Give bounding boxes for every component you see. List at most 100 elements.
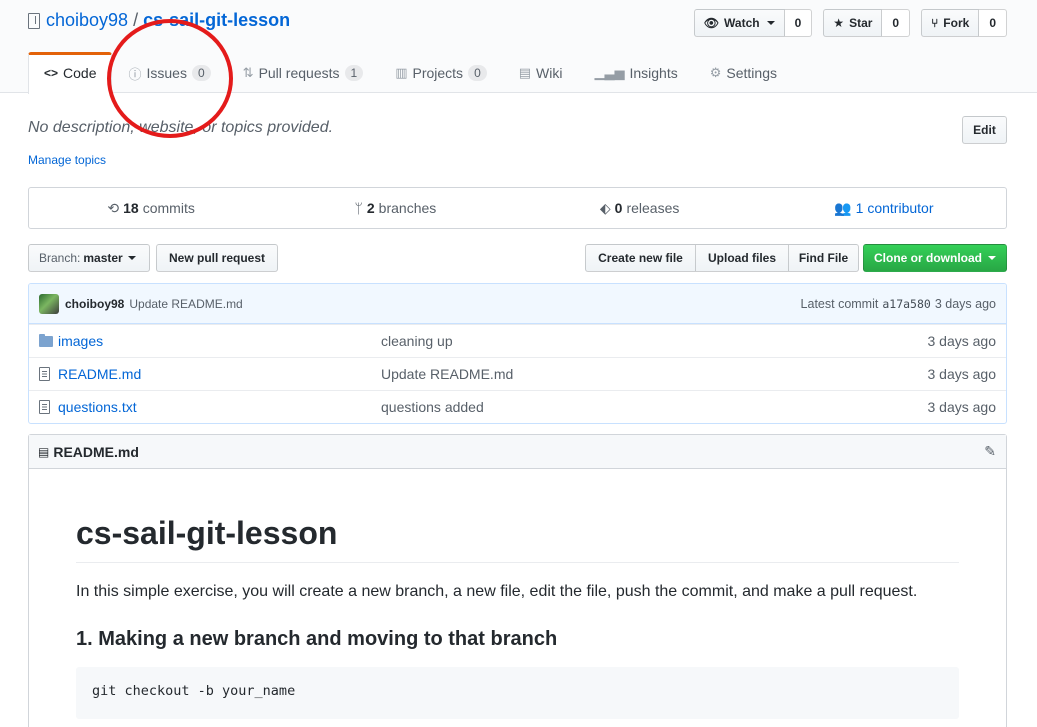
table-row: questions.txt questions added 3 days ago — [29, 390, 1006, 423]
branch-prefix: Branch: — [39, 251, 81, 265]
tab-pulls-label: Pull requests — [258, 65, 340, 81]
file-actions-group: Create new file Upload files Find File — [585, 244, 859, 272]
clone-label: Clone or download — [874, 251, 982, 265]
people-icon: 👥 — [834, 199, 852, 216]
chevron-down-icon — [766, 21, 775, 25]
repo-actions: 👁 Watch 0 ★ Star 0 ⑂ Fork 0 — [693, 9, 1007, 37]
issue-icon: ⓘ — [128, 66, 142, 82]
file-name-link[interactable]: questions.txt — [58, 399, 137, 415]
book-icon: ▤ — [38, 444, 50, 459]
commits-link[interactable]: ⟲ 18 commits — [29, 188, 273, 228]
tab-settings-label: Settings — [726, 65, 777, 81]
branch-select-button[interactable]: Branch: master — [28, 244, 150, 272]
create-new-file-button[interactable]: Create new file — [585, 244, 696, 272]
eye-icon: 👁 — [703, 16, 720, 30]
star-button[interactable]: ★ Star — [823, 9, 883, 37]
tab-issues[interactable]: ⓘ Issues 0 — [112, 52, 226, 93]
book-icon: ▤ — [518, 65, 532, 80]
readme-header: ▤ README.md ✎ — [29, 435, 1006, 469]
branches-label: branches — [378, 200, 437, 216]
releases-link[interactable]: ⬖ 0 releases — [518, 188, 762, 228]
avatar[interactable] — [39, 293, 59, 314]
star-label: Star — [849, 16, 873, 30]
commit-sha-link[interactable]: a17a580 — [882, 297, 930, 311]
upload-files-button[interactable]: Upload files — [695, 244, 789, 272]
fork-group: ⑂ Fork 0 — [921, 9, 1007, 37]
watch-button[interactable]: 👁 Watch — [693, 9, 785, 37]
repo-nav: <> Code ⓘ Issues 0 ⇅ Pull requests 1 ▥ P… — [28, 52, 793, 94]
edit-description-button[interactable]: Edit — [962, 116, 1007, 144]
file-commit-message[interactable]: Update README.md — [381, 366, 513, 382]
graph-icon: ▁▃▅ — [594, 65, 625, 80]
file-name-link[interactable]: README.md — [58, 366, 141, 382]
file-table: choiboy98 Update README.md Latest commit… — [28, 283, 1007, 424]
pencil-icon[interactable]: ✎ — [984, 443, 996, 460]
chevron-down-icon — [988, 256, 996, 260]
file-name-link[interactable]: images — [58, 333, 103, 349]
issues-counter: 0 — [191, 65, 211, 81]
readme-panel: ▤ README.md ✎ cs-sail-git-lesson In this… — [28, 434, 1007, 727]
table-row: README.md Update README.md 3 days ago — [29, 357, 1006, 390]
fork-icon: ⑂ — [931, 16, 939, 30]
file-commit-message[interactable]: questions added — [381, 399, 484, 415]
title-separator: / — [133, 10, 139, 30]
code-block: git checkout -b your_name — [76, 667, 959, 719]
fork-count[interactable]: 0 — [979, 9, 1007, 37]
commit-author-link[interactable]: choiboy98 — [65, 297, 124, 311]
tab-projects-label: Projects — [412, 65, 464, 81]
watch-label: Watch — [724, 16, 760, 30]
file-icon — [39, 367, 50, 381]
file-commit-message[interactable]: cleaning up — [381, 333, 453, 349]
branches-link[interactable]: ᛘ 2 branches — [273, 188, 517, 228]
repo-header: choiboy98 / cs-sail-git-lesson 👁 Watch 0… — [0, 0, 1037, 94]
file-age: 3 days ago — [927, 366, 997, 382]
folder-icon — [39, 333, 53, 347]
table-row: images cleaning up 3 days ago — [29, 324, 1006, 357]
project-icon: ▥ — [395, 65, 408, 80]
branches-count: 2 — [366, 200, 375, 216]
readme-content: cs-sail-git-lesson In this simple exerci… — [76, 513, 959, 719]
tab-pull-requests[interactable]: ⇅ Pull requests 1 — [227, 52, 380, 93]
readme-subheading: 1. Making a new branch and moving to tha… — [76, 628, 558, 650]
gear-icon: ⚙ — [709, 65, 722, 80]
history-icon: ⟲ — [107, 199, 120, 216]
tab-code-label: Code — [63, 65, 97, 81]
readme-intro: In this simple exercise, you will create… — [76, 583, 918, 600]
file-age: 3 days ago — [927, 399, 997, 415]
latest-commit-label: Latest commit — [800, 297, 879, 311]
fork-label: Fork — [943, 16, 970, 30]
tab-settings[interactable]: ⚙ Settings — [694, 52, 793, 93]
star-group: ★ Star 0 — [823, 9, 911, 37]
tab-wiki-label: Wiki — [536, 65, 563, 81]
tab-wiki[interactable]: ▤ Wiki — [503, 52, 579, 93]
readme-filename: README.md — [53, 443, 139, 460]
clone-download-button[interactable]: Clone or download — [863, 244, 1007, 272]
projects-counter: 0 — [468, 65, 487, 81]
tab-projects[interactable]: ▥ Projects 0 — [379, 52, 503, 93]
tab-insights-label: Insights — [629, 65, 678, 81]
manage-topics-link[interactable]: Manage topics — [28, 153, 106, 167]
repo-name-link[interactable]: cs-sail-git-lesson — [143, 10, 290, 31]
repo-owner-link[interactable]: choiboy98 — [46, 10, 128, 31]
latest-commit-info: Latest commit a17a580 3 days ago — [801, 284, 996, 324]
file-navigation: Branch: master New pull request Create n… — [28, 244, 1007, 272]
watch-count[interactable]: 0 — [784, 9, 813, 37]
commit-message-link[interactable]: Update README.md — [129, 297, 242, 311]
new-pull-request-button[interactable]: New pull request — [156, 244, 278, 272]
latest-commit-bar: choiboy98 Update README.md Latest commit… — [29, 284, 1006, 324]
repo-icon — [28, 12, 40, 29]
find-file-button[interactable]: Find File — [788, 244, 859, 272]
repo-description: No description, website, or topics provi… — [28, 119, 334, 136]
tab-code[interactable]: <> Code — [28, 52, 113, 94]
chevron-down-icon — [127, 256, 136, 260]
commits-count: 18 — [123, 200, 139, 216]
file-icon — [39, 400, 50, 414]
tab-insights[interactable]: ▁▃▅ Insights — [578, 52, 693, 93]
releases-count: 0 — [614, 200, 623, 216]
contributors-label: 1 contributor — [855, 200, 934, 216]
repo-title: choiboy98 / cs-sail-git-lesson — [28, 10, 290, 31]
fork-button[interactable]: ⑂ Fork — [921, 9, 980, 37]
contributors-link[interactable]: 👥 1 contributor — [762, 188, 1006, 228]
star-count[interactable]: 0 — [882, 9, 911, 37]
tab-issues-label: Issues — [146, 65, 187, 81]
